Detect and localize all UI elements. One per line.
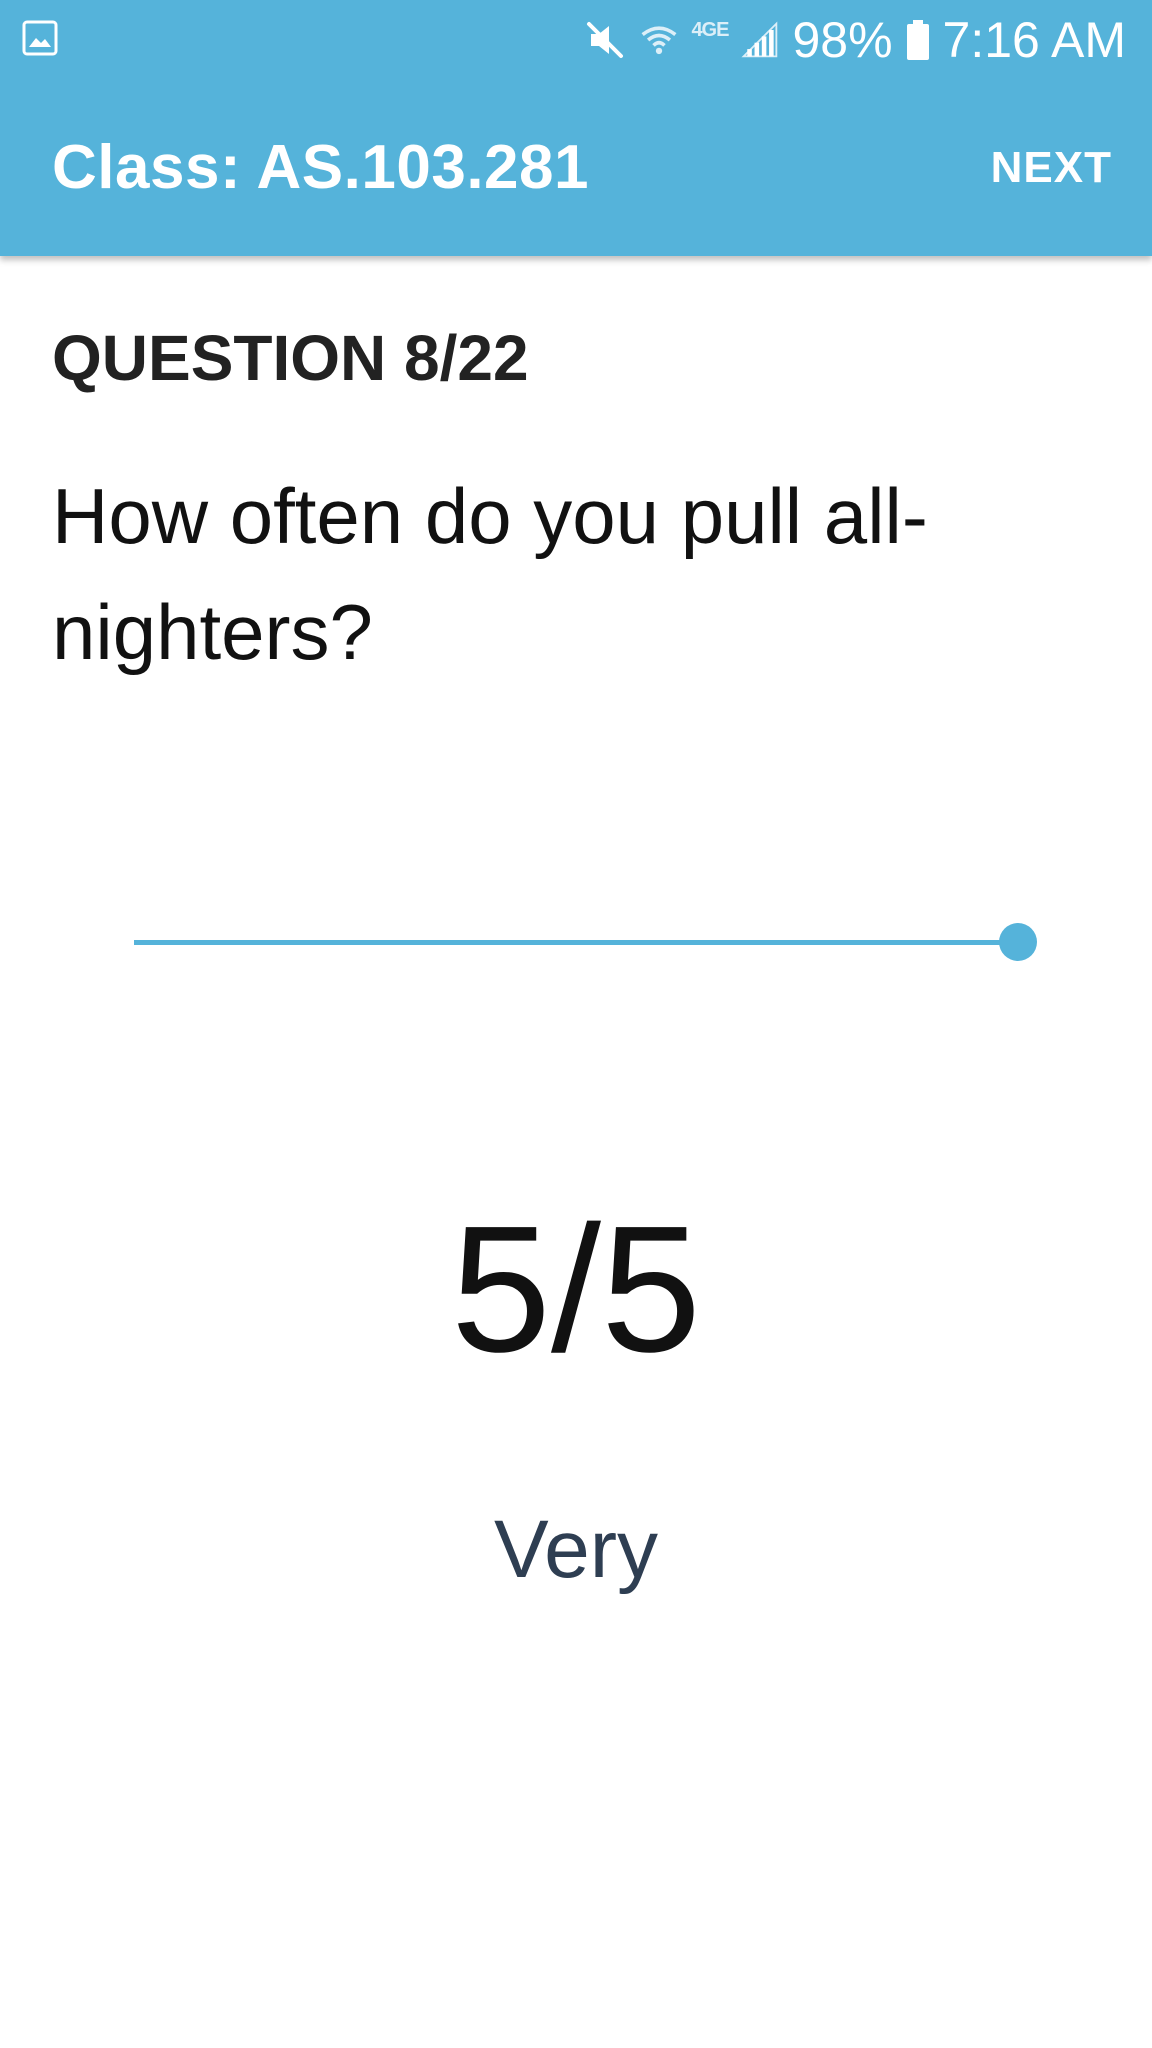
status-bar: 4GE 98% 7:16 AM [0, 0, 1152, 80]
score-label: Very [493, 1504, 659, 1595]
rating-slider[interactable] [134, 922, 1037, 962]
image-icon [22, 20, 58, 56]
mute-icon [587, 22, 624, 58]
signal-icon [741, 21, 778, 58]
clock: 7:16 AM [942, 12, 1126, 68]
slider-fill [134, 940, 1018, 945]
4g-lte-icon: 4GE [691, 18, 729, 62]
app-bar: 4GE 98% 7:16 AM Class: AS.103.281 NEXT [0, 0, 1152, 256]
status-icons: 4GE 98% 7:16 AM [583, 10, 1126, 70]
slider-thumb[interactable] [999, 923, 1037, 961]
question-number: QUESTION 8/22 [52, 322, 529, 394]
network-label: 4GE [691, 19, 729, 41]
question-text: How often do you pull all-nighters? [52, 472, 928, 676]
battery-icon [906, 20, 929, 60]
page-title: Class: AS.103.281 [52, 133, 589, 202]
score-value: 5/5 [450, 1189, 702, 1390]
wifi-icon [641, 26, 677, 55]
battery-percent: 98% [792, 12, 893, 68]
next-button[interactable]: NEXT [991, 140, 1112, 196]
